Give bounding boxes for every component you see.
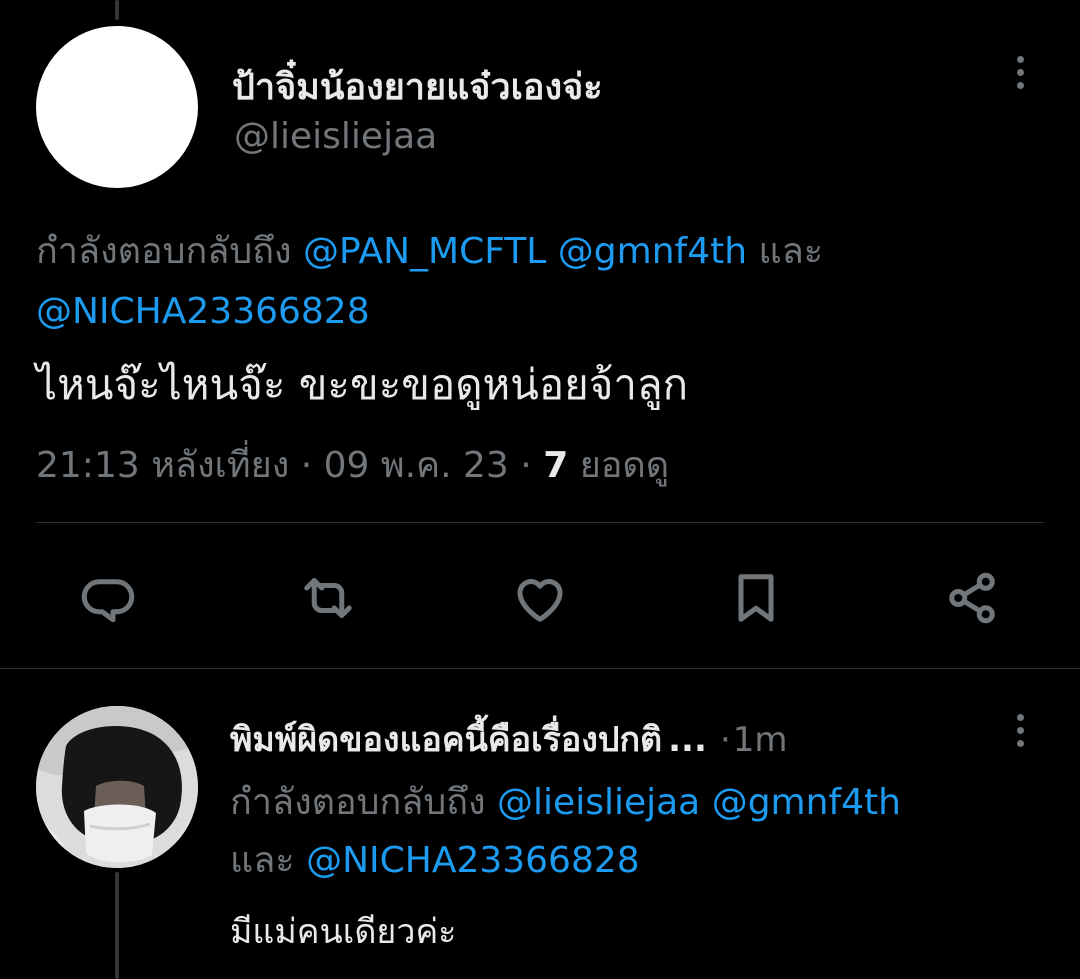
name-ellipsis: ... [668, 720, 707, 760]
divider [36, 522, 1044, 523]
bookmark-icon [738, 574, 774, 622]
thread-line-top [115, 0, 119, 20]
reply-separator: · [719, 720, 731, 760]
like-button[interactable] [508, 566, 572, 630]
avatar-photo [36, 706, 198, 868]
mention-link[interactable]: @gmnf4th [712, 782, 901, 823]
share-button[interactable] [940, 566, 1004, 630]
like-icon [517, 579, 563, 622]
reply-button[interactable] [76, 566, 140, 630]
mention-link[interactable]: @NICHA23366828 [306, 840, 640, 881]
views-label[interactable]: ยอดดู [580, 445, 669, 486]
mention-link[interactable]: @gmnf4th [558, 231, 747, 272]
conjunction: และ [230, 840, 295, 881]
more-options-icon[interactable] [1010, 50, 1030, 94]
mention-link[interactable]: @PAN_MCFTL [303, 231, 546, 272]
replying-to: กำลังตอบกลับถึง @PAN_MCFTL @gmnf4th และ … [36, 222, 1046, 342]
meta-separator: · [520, 445, 532, 486]
replying-to-prefix: กำลังตอบกลับถึง [36, 231, 292, 272]
display-name[interactable]: ป้าจิ๋มน้องยายแจ๋วเองจ่ะ [232, 58, 603, 115]
conjunction: และ [758, 231, 824, 272]
avatar[interactable] [36, 26, 198, 188]
reply-icon [81, 579, 135, 623]
divider [0, 668, 1080, 669]
display-name[interactable]: พิมพ์ผิดของแอคนี้คือเรื่องปกติ [230, 720, 662, 760]
action-bar [0, 566, 1080, 630]
reply-text: มีแม่คนเดียวค่ะ [230, 912, 457, 952]
meta-separator: · [300, 445, 313, 486]
tweet-date[interactable]: 09 พ.ค. 23 [324, 445, 509, 486]
thread-line-bottom [115, 872, 119, 979]
tweet-time[interactable]: 21:13 หลังเที่ยง [36, 445, 289, 486]
tweet-text: ไหนจ๊ะไหนจ๊ะ ขะขะขอดูหน่อยจ้าลูก [36, 360, 689, 409]
reply-header: พิมพ์ผิดของแอคนี้คือเรื่องปกติ... ·1m [230, 712, 990, 762]
reply-time[interactable]: 1m [733, 720, 788, 760]
views-count[interactable]: 7 [543, 445, 568, 486]
tweet-meta: 21:13 หลังเที่ยง · 09 พ.ค. 23 · 7 ยอดดู [36, 436, 669, 493]
handle[interactable]: @lieisliejaa [234, 116, 437, 157]
mention-link[interactable]: @lieisliejaa [497, 782, 700, 823]
mention-link[interactable]: @NICHA23366828 [36, 291, 370, 332]
retweet-button[interactable] [296, 566, 360, 630]
retweet-icon [304, 578, 352, 618]
replying-to: กำลังตอบกลับถึง @lieisliejaa @gmnf4th แล… [230, 774, 1030, 890]
more-options-icon[interactable] [1010, 708, 1030, 752]
replying-to-prefix: กำลังตอบกลับถึง [230, 782, 486, 823]
share-icon [949, 572, 995, 624]
bookmark-button[interactable] [724, 566, 788, 630]
avatar[interactable] [36, 706, 198, 868]
